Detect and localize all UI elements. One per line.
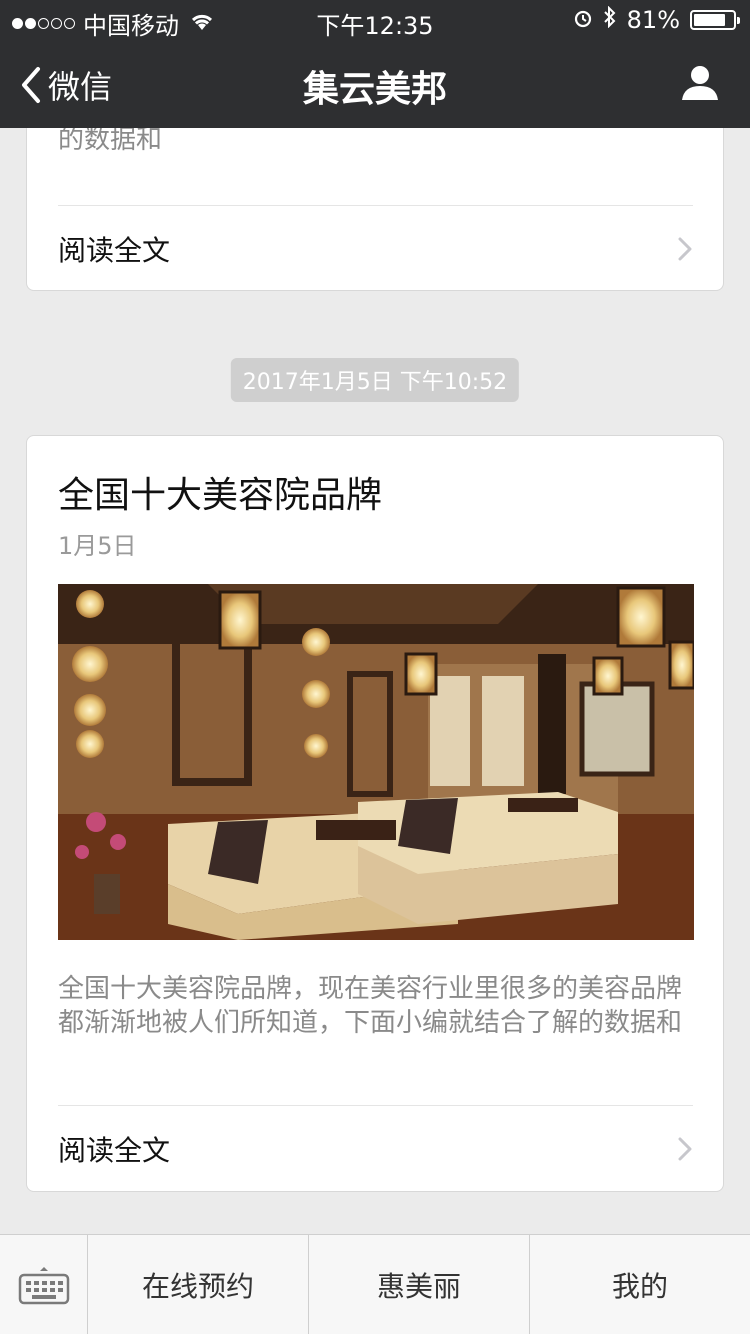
keyboard-toggle-button[interactable]: [0, 1235, 88, 1334]
alarm-icon: [573, 6, 593, 34]
article-cover-image: [58, 584, 694, 940]
article-card[interactable]: 全国十大美容院品牌 1月5日 全国十大美容院品牌，现在美容行业里很多的美容品牌都…: [26, 435, 724, 1192]
status-right: 81%: [573, 5, 740, 34]
menu-item-mine[interactable]: 我的: [530, 1235, 750, 1334]
page-title: 集云美邦: [302, 69, 447, 110]
read-more-row[interactable]: 阅读全文: [58, 205, 693, 292]
chevron-right-icon: [678, 237, 692, 261]
article-summary-tail: 的数据和: [58, 128, 163, 155]
nav-bar: 微信 集云美邦: [0, 40, 750, 128]
timestamp-badge: 2017年1月5日 下午10:52: [230, 358, 520, 402]
article-summary: 全国十大美容院品牌，现在美容行业里很多的美容品牌都渐渐地被人们所知道，下面小编就…: [58, 974, 683, 1038]
person-icon: [682, 66, 718, 100]
bluetooth-icon: [603, 5, 617, 34]
chevron-right-icon: [678, 1137, 692, 1161]
user-profile-button[interactable]: [680, 64, 720, 106]
article-card-previous[interactable]: 的数据和 阅读全文: [26, 128, 724, 291]
menu-item-hui-meili[interactable]: 惠美丽: [309, 1235, 530, 1334]
status-bar: 中国移动 下午12:35 81%: [0, 0, 750, 40]
read-more-row[interactable]: 阅读全文: [58, 1105, 693, 1192]
article-summary: 的数据和: [58, 128, 698, 157]
keyboard-icon: [18, 1266, 69, 1304]
article-title: 全国十大美容院品牌: [58, 475, 383, 516]
article-date: 1月5日: [58, 532, 137, 560]
battery-icon: [690, 10, 740, 30]
battery-percent: 81%: [626, 6, 680, 34]
bottom-menu-bar: 在线预约 惠美丽 我的: [0, 1234, 750, 1334]
menu-item-online-booking[interactable]: 在线预约: [88, 1235, 309, 1334]
message-feed[interactable]: 的数据和 阅读全文 2017年1月5日 下午10:52 全国十大美容院品牌 1月…: [0, 128, 750, 1234]
read-more-label: 阅读全文: [58, 234, 171, 267]
read-more-label: 阅读全文: [58, 1134, 171, 1167]
